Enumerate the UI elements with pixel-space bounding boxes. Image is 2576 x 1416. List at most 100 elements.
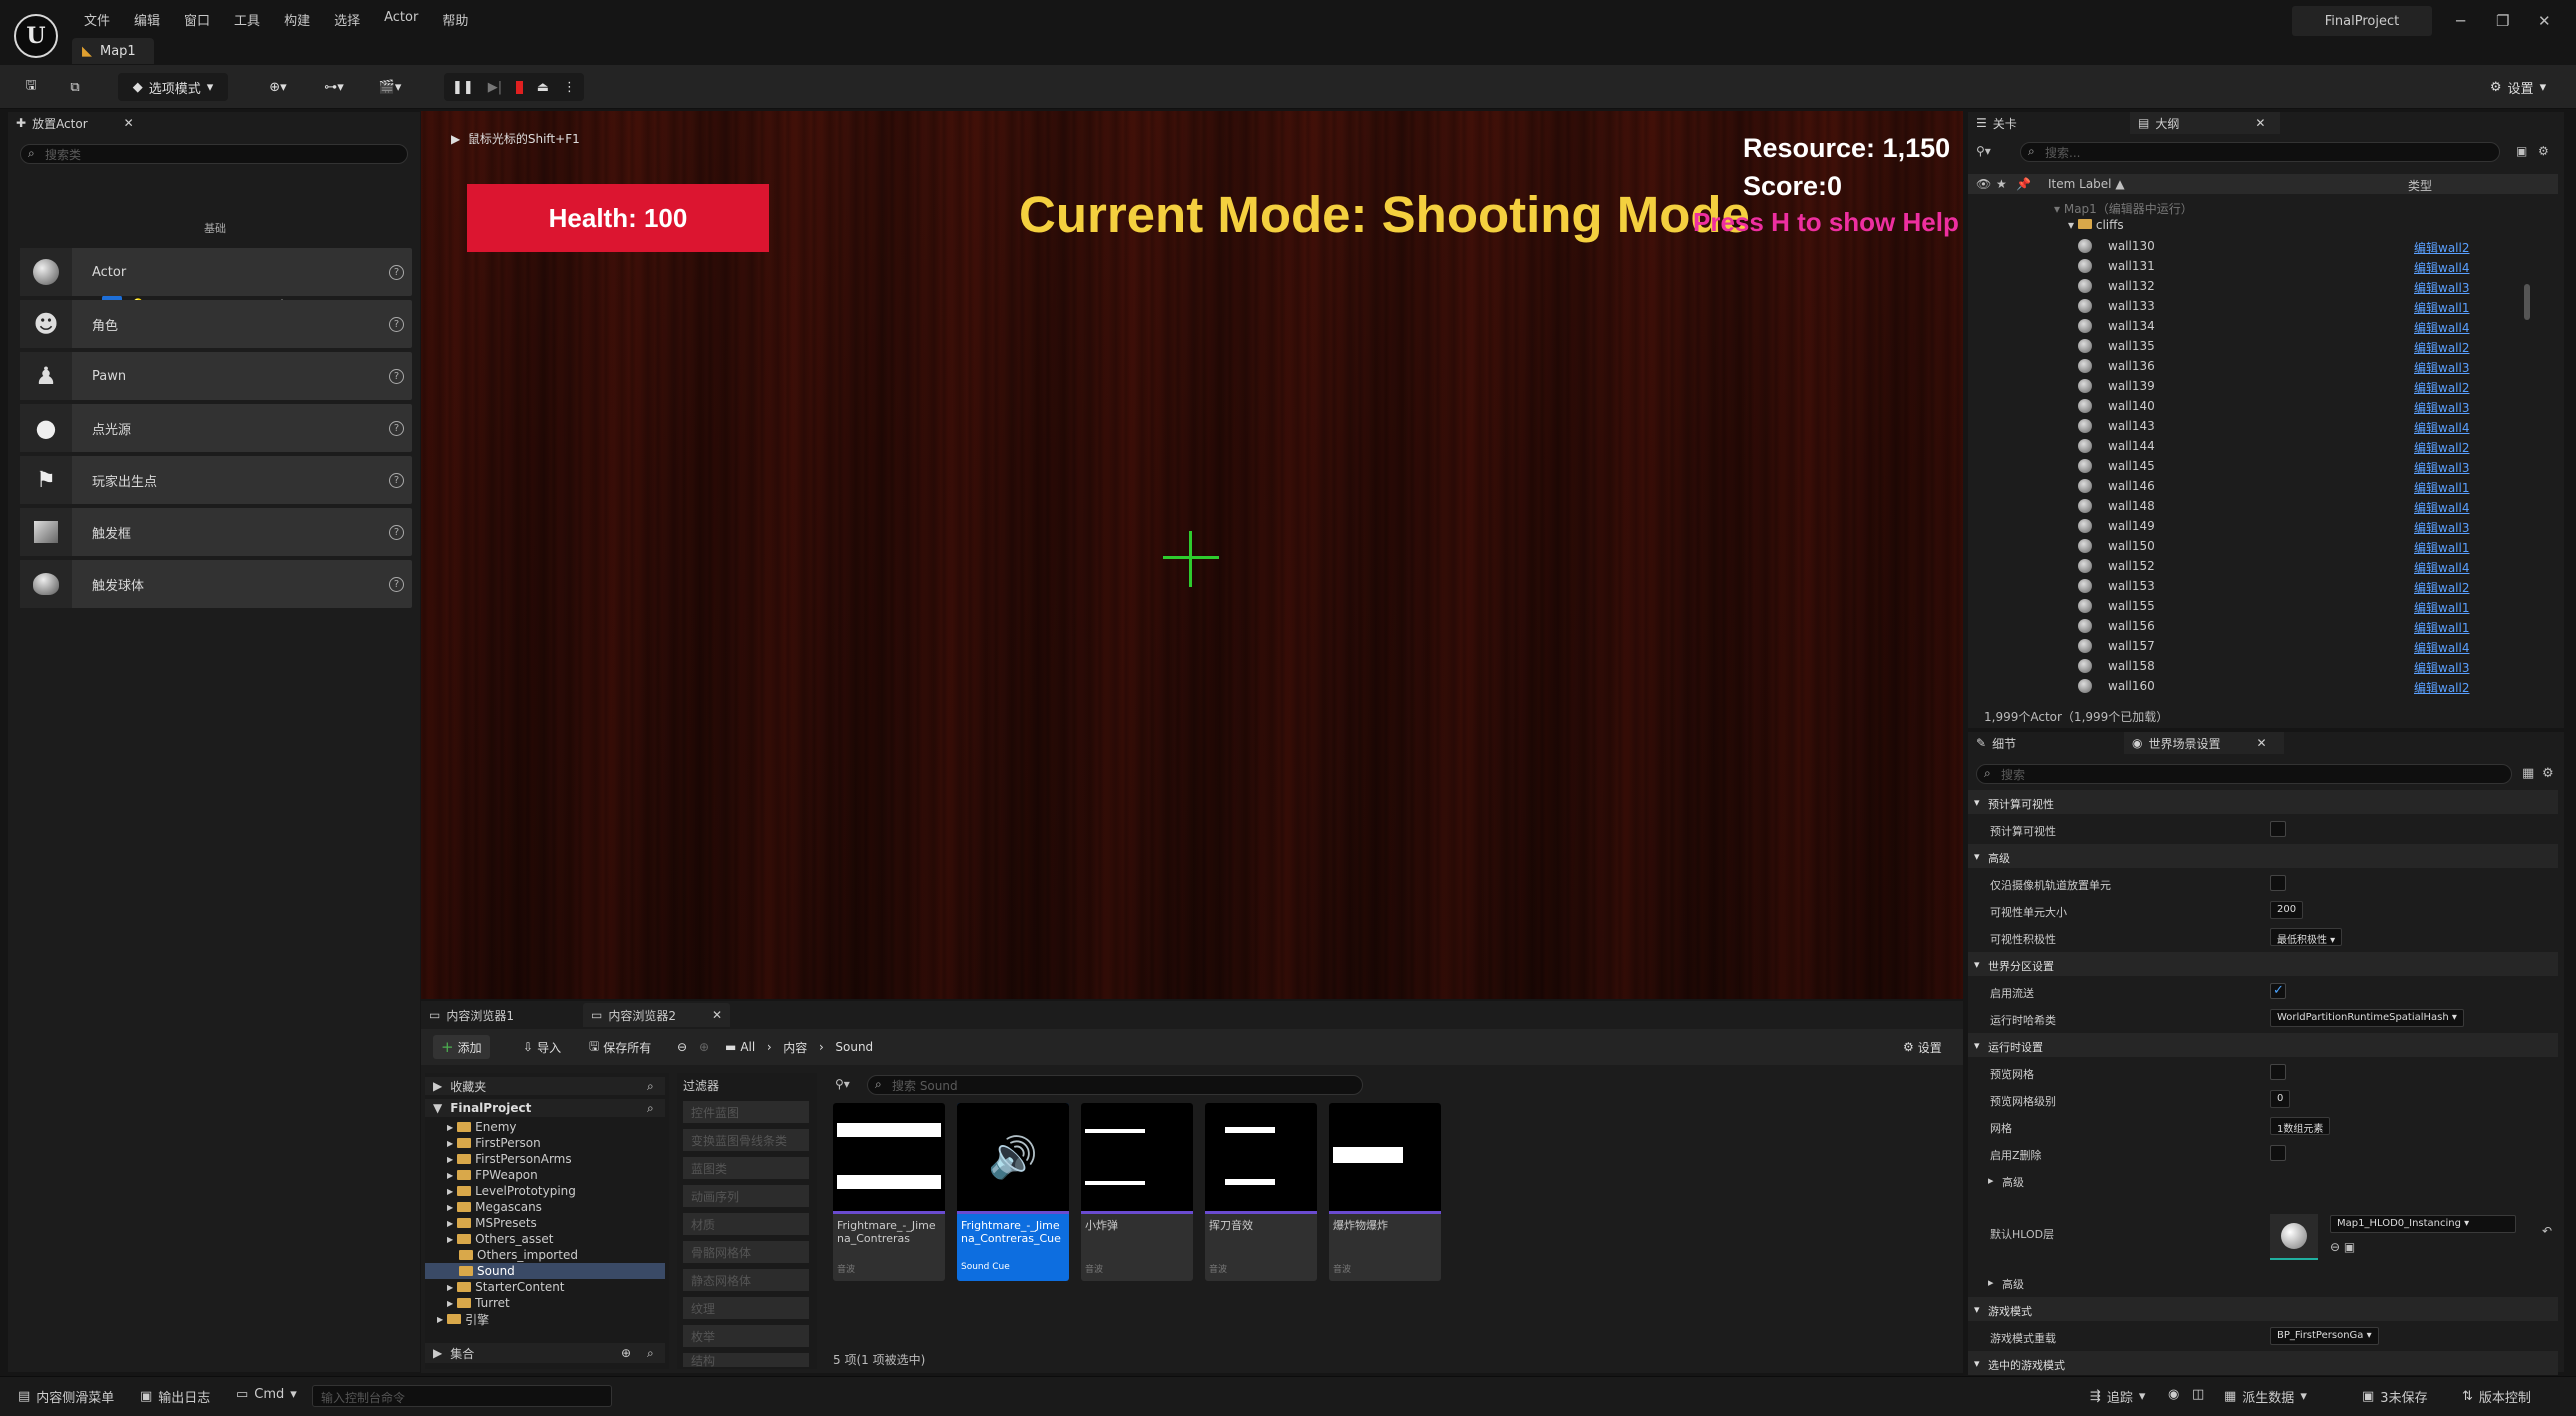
outliner-row[interactable]: wall145 编辑wall3 bbox=[1968, 456, 2558, 476]
eject-icon[interactable]: ⏏ bbox=[537, 80, 549, 95]
record-icon[interactable]: ◉ bbox=[2168, 1387, 2179, 1402]
section-label[interactable]: 游戏模式 bbox=[1988, 1303, 2032, 1319]
filter-icon[interactable]: ⚲▾ bbox=[1976, 144, 1991, 158]
outliner-row[interactable]: wall144 编辑wall2 bbox=[1968, 436, 2558, 456]
tree-folder[interactable]: ▶ FirstPersonArms bbox=[425, 1151, 665, 1167]
menu-actor[interactable]: Actor bbox=[372, 8, 430, 31]
outliner-row[interactable]: wall143 编辑wall4 bbox=[1968, 416, 2558, 436]
favorites-header[interactable]: ▶ 收藏夹 ⌕ bbox=[425, 1077, 665, 1095]
stop-icon[interactable] bbox=[516, 80, 523, 94]
breadcrumb-content[interactable]: 内容 bbox=[783, 1039, 807, 1056]
property-value[interactable]: BP_FirstPersonGa ▾ bbox=[2270, 1327, 2379, 1345]
browse-icon[interactable]: ⊖ ▣ bbox=[2330, 1240, 2355, 1254]
outliner-row[interactable]: wall146 编辑wall1 bbox=[1968, 476, 2558, 496]
property-checkbox[interactable] bbox=[2270, 1064, 2286, 1080]
outliner-row[interactable]: wall131 编辑wall4 bbox=[1968, 256, 2558, 276]
content-browser-icon[interactable]: ⧉ bbox=[58, 73, 92, 101]
outliner-row[interactable]: wall134 编辑wall4 bbox=[1968, 316, 2558, 336]
expand-icon[interactable]: ▸ bbox=[1988, 1174, 1994, 1187]
outliner-row[interactable]: wall136 编辑wall3 bbox=[1968, 356, 2558, 376]
help-icon[interactable]: ? bbox=[389, 524, 404, 540]
place-item-trigger-box[interactable]: 触发框 ? bbox=[20, 508, 412, 556]
outliner-row[interactable]: wall149 编辑wall3 bbox=[1968, 516, 2558, 536]
star-icon[interactable]: ★ bbox=[1996, 177, 2007, 191]
place-item-pawn[interactable]: ♟ Pawn ? bbox=[20, 352, 412, 400]
filter-item[interactable]: 动画序列 bbox=[683, 1185, 809, 1207]
tree-folder[interactable]: ▶ Turret bbox=[425, 1295, 665, 1311]
actor-type-link[interactable]: 编辑wall3 bbox=[2414, 359, 2469, 376]
search-assets-input[interactable]: ⌕ 搜索 Sound bbox=[867, 1075, 1363, 1095]
tree-folder[interactable]: ▶ Enemy bbox=[425, 1119, 665, 1135]
actor-type-link[interactable]: 编辑wall3 bbox=[2414, 519, 2469, 536]
menu-select[interactable]: 选择 bbox=[322, 8, 372, 31]
help-icon[interactable]: ? bbox=[389, 576, 404, 592]
outliner-row[interactable]: wall155 编辑wall1 bbox=[1968, 596, 2558, 616]
property-value[interactable]: 0 bbox=[2270, 1090, 2291, 1108]
asset-tile[interactable]: 爆炸物爆炸 音波 bbox=[1329, 1103, 1441, 1281]
section-label[interactable]: 预计算可视性 bbox=[1988, 796, 2054, 812]
search-icon[interactable]: ⌕ bbox=[647, 1079, 654, 1094]
filter-item[interactable]: 控件蓝图 bbox=[683, 1101, 809, 1123]
snapshot-icon[interactable]: ◫ bbox=[2192, 1387, 2204, 1402]
forward-button[interactable]: ⊕ bbox=[691, 1035, 717, 1059]
tree-folder[interactable]: ▶ LevelPrototyping bbox=[425, 1183, 665, 1199]
filter-item[interactable]: 枚举 bbox=[683, 1325, 809, 1347]
col-type[interactable]: 类型 bbox=[2408, 177, 2432, 194]
pin-icon[interactable]: 📌 bbox=[2016, 177, 2031, 191]
actor-type-link[interactable]: 编辑wall3 bbox=[2414, 659, 2469, 676]
asset-tile[interactable]: 小炸弹 音波 bbox=[1081, 1103, 1193, 1281]
tree-folder[interactable]: ▶ StarterContent bbox=[425, 1279, 665, 1295]
scrollbar[interactable] bbox=[2524, 284, 2530, 320]
tab-world-settings[interactable]: ◉ 世界场景设置 ✕ bbox=[2124, 732, 2284, 754]
add-button[interactable]: + 添加 bbox=[433, 1035, 490, 1059]
settings-button[interactable]: ⚙ 设置 bbox=[1895, 1035, 1950, 1059]
hlod-dropdown[interactable]: Map1_HLOD0_Instancing ▾ bbox=[2330, 1215, 2516, 1233]
actor-type-link[interactable]: 编辑wall4 bbox=[2414, 319, 2469, 336]
tree-folder-selected[interactable]: Sound bbox=[425, 1263, 665, 1279]
actor-type-link[interactable]: 编辑wall3 bbox=[2414, 399, 2469, 416]
filter-item[interactable]: 材质 bbox=[683, 1213, 809, 1235]
tree-folder[interactable]: ▶ FPWeapon bbox=[425, 1167, 665, 1183]
place-item-character[interactable]: ☻ 角色 ? bbox=[20, 300, 412, 348]
actor-type-link[interactable]: 编辑wall4 bbox=[2414, 259, 2469, 276]
actor-type-link[interactable]: 编辑wall3 bbox=[2414, 459, 2469, 476]
add-actor-icon[interactable]: ⊕▾ bbox=[256, 73, 300, 101]
actor-type-link[interactable]: 编辑wall1 bbox=[2414, 299, 2469, 316]
close-tab-icon[interactable]: ✕ bbox=[2257, 736, 2267, 750]
gear-icon[interactable]: ⚙ bbox=[2538, 144, 2549, 158]
unsaved-button[interactable]: ▣ 3未保存 bbox=[2362, 1387, 2428, 1406]
actor-type-link[interactable]: 编辑wall2 bbox=[2414, 379, 2469, 396]
help-icon[interactable]: ? bbox=[389, 420, 404, 436]
maximize-icon[interactable]: ❐ bbox=[2496, 12, 2509, 30]
filter-item[interactable]: 纹理 bbox=[683, 1297, 809, 1319]
actor-type-link[interactable]: 编辑wall2 bbox=[2414, 239, 2469, 256]
place-item-point-light[interactable]: ● 点光源 ? bbox=[20, 404, 412, 452]
outliner-row[interactable]: wall158 编辑wall3 bbox=[1968, 656, 2558, 676]
menu-build[interactable]: 构建 bbox=[272, 8, 322, 31]
outliner-row[interactable]: wall135 编辑wall2 bbox=[1968, 336, 2558, 356]
outliner-row[interactable]: wall160 编辑wall2 bbox=[1968, 676, 2558, 696]
tree-folder[interactable]: ▶ MSPresets bbox=[425, 1215, 665, 1231]
menu-file[interactable]: 文件 bbox=[72, 8, 122, 31]
tab-details[interactable]: ✎ 细节 bbox=[1968, 732, 2118, 754]
console-input[interactable]: 输入控制台命令 bbox=[312, 1385, 612, 1407]
grid-view-icon[interactable]: ▦ bbox=[2522, 766, 2534, 781]
asset-tile[interactable]: 挥刀音效 音波 bbox=[1205, 1103, 1317, 1281]
help-icon[interactable]: ? bbox=[389, 264, 404, 280]
outliner-row[interactable]: wall157 编辑wall4 bbox=[1968, 636, 2558, 656]
tree-folder[interactable]: ▶ Megascans bbox=[425, 1199, 665, 1215]
actor-type-link[interactable]: 编辑wall1 bbox=[2414, 539, 2469, 556]
place-item-player-start[interactable]: ⚑ 玩家出生点 ? bbox=[20, 456, 412, 504]
add-collection-icon[interactable]: ⊕ bbox=[621, 1346, 631, 1360]
help-icon[interactable]: ? bbox=[389, 316, 404, 332]
asset-tile[interactable]: Frightmare_-_Jimena_Contreras 音波 bbox=[833, 1103, 945, 1281]
search-classes-input[interactable]: ⌕ 搜索类 bbox=[20, 144, 408, 164]
search-icon[interactable]: ⌕ bbox=[647, 1101, 654, 1116]
save-all-button[interactable]: 🖫 保存所有 bbox=[581, 1035, 659, 1059]
gear-icon[interactable]: ⚙ bbox=[2542, 766, 2554, 781]
output-log-button[interactable]: ▣ 输出日志 bbox=[140, 1387, 210, 1406]
actor-type-link[interactable]: 编辑wall1 bbox=[2414, 599, 2469, 616]
section-chevron-icon[interactable]: ▾ bbox=[1974, 958, 1980, 971]
more-icon[interactable]: ⋮ bbox=[563, 80, 576, 95]
trace-button[interactable]: ⇶ 追踪 ▾ bbox=[2090, 1387, 2145, 1406]
